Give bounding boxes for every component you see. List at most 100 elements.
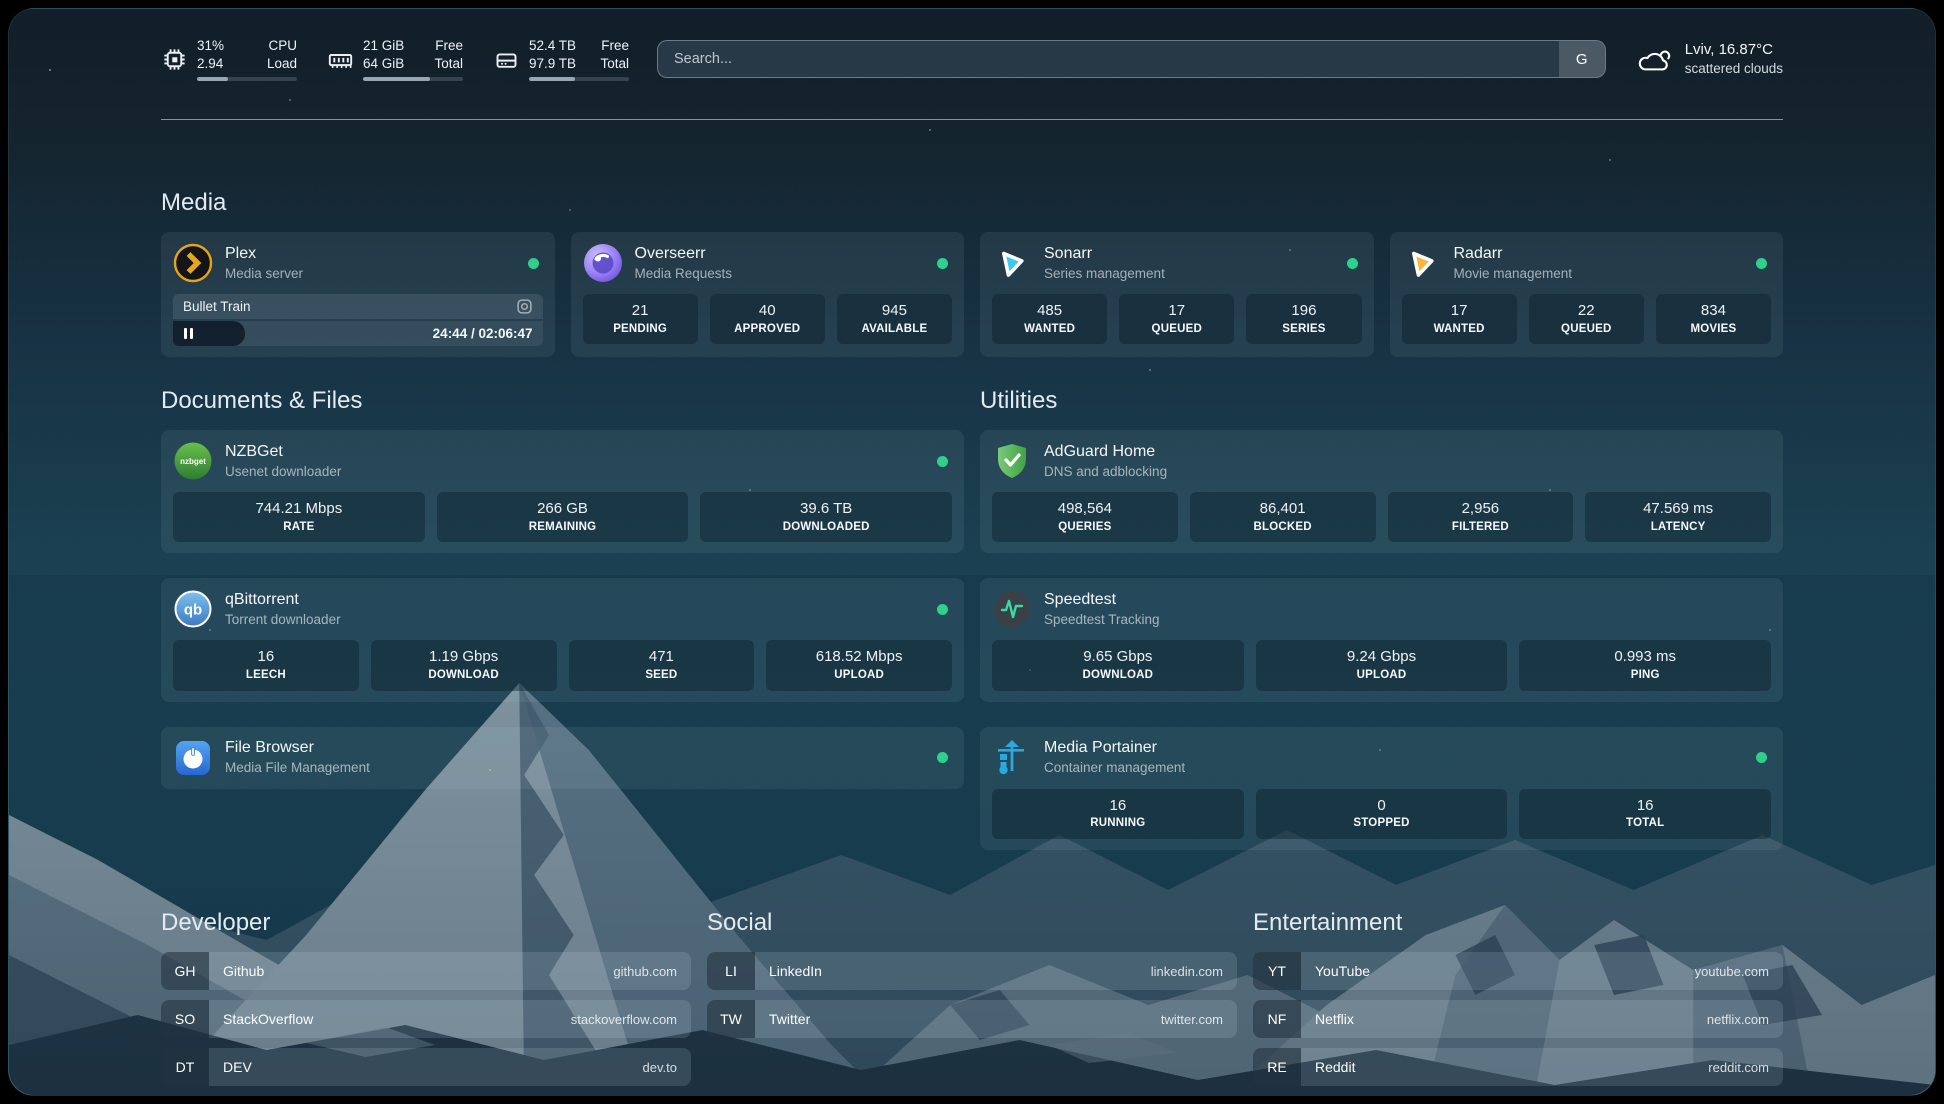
weather-location-temp: Lviv, 16.87°C <box>1685 40 1783 60</box>
stat-queries: 498,564QUERIES <box>992 492 1178 542</box>
utilities-column: Utilities <box>980 384 1783 850</box>
stat-download: 9.65 GbpsDOWNLOAD <box>992 640 1244 690</box>
portainer-icon <box>992 738 1032 778</box>
stat-running: 16RUNNING <box>992 789 1244 839</box>
stat-queued: 17QUEUED <box>1119 294 1234 344</box>
bookmark-url: linkedin.com <box>1151 952 1237 990</box>
service-subtitle: Usenet downloader <box>225 464 341 481</box>
bookmark-url: youtube.com <box>1695 952 1783 990</box>
service-title: NZBGet <box>225 442 341 462</box>
bookmark-abbr: TW <box>707 1000 755 1038</box>
service-card-speedtest[interactable]: Speedtest Speedtest Tracking 9.65 GbpsDO… <box>980 578 1783 701</box>
speedtest-icon <box>992 589 1032 629</box>
service-subtitle: Media Requests <box>635 266 733 283</box>
service-title: AdGuard Home <box>1044 442 1167 462</box>
stat-ping: 0.993 msPING <box>1519 640 1771 690</box>
disk-free-value: 52.4 TB <box>529 37 576 55</box>
stat-wanted: 17WANTED <box>1402 294 1517 344</box>
bookmark-youtube[interactable]: YT YouTube youtube.com <box>1253 952 1783 990</box>
plex-now-playing: Bullet Train 24:44 / 02:06:47 <box>173 294 543 346</box>
session-view-icon[interactable] <box>516 298 533 315</box>
bookmark-group-entertainment: Entertainment YT YouTube youtube.com NF … <box>1253 906 1783 1086</box>
svg-text:nzbget: nzbget <box>180 457 206 466</box>
stat-upload: 618.52 MbpsUPLOAD <box>766 640 952 690</box>
section-heading-entertainment: Entertainment <box>1253 906 1783 940</box>
search-provider-button[interactable]: G <box>1559 41 1605 77</box>
bookmark-name: Netflix <box>1301 1000 1707 1038</box>
stat-filtered: 2,956FILTERED <box>1388 492 1574 542</box>
service-subtitle: Series management <box>1044 266 1165 283</box>
header-divider <box>161 119 1783 120</box>
service-card-nzbget[interactable]: nzbget NZBGet Usenet downloader 74 <box>161 430 964 553</box>
status-dot <box>937 604 948 615</box>
disk-free-label: Free <box>601 37 629 55</box>
stat-leech: 16LEECH <box>173 640 359 690</box>
bookmark-netflix[interactable]: NF Netflix netflix.com <box>1253 1000 1783 1038</box>
service-title: File Browser <box>225 738 370 758</box>
service-card-overseerr[interactable]: Overseerr Media Requests 21PENDING 40APP… <box>571 232 965 357</box>
bookmark-name: Github <box>209 952 613 990</box>
bookmark-name: LinkedIn <box>755 952 1151 990</box>
section-heading-developer: Developer <box>161 906 691 940</box>
bookmark-linkedin[interactable]: LI LinkedIn linkedin.com <box>707 952 1237 990</box>
service-subtitle: Media File Management <box>225 760 370 777</box>
stat-latency: 47.569 msLATENCY <box>1585 492 1771 542</box>
bookmark-abbr: LI <box>707 952 755 990</box>
service-card-qbittorrent[interactable]: qb qBittorrent Torrent downloader <box>161 578 964 701</box>
section-heading-social: Social <box>707 906 1237 940</box>
playback-progress-bar: 24:44 / 02:06:47 <box>173 321 543 346</box>
cpu-progress-bar <box>197 77 297 81</box>
bookmark-url: dev.to <box>643 1048 691 1086</box>
disk-widget: 52.4 TB 97.9 TB Free Total <box>493 37 629 81</box>
bookmark-github[interactable]: GH Github github.com <box>161 952 691 990</box>
section-heading-utilities: Utilities <box>980 384 1783 418</box>
service-card-filebrowser[interactable]: File Browser Media File Management <box>161 727 964 789</box>
memory-free-value: 21 GiB <box>363 37 404 55</box>
weather-condition: scattered clouds <box>1685 60 1783 78</box>
service-card-sonarr[interactable]: Sonarr Series management 485WANTED 17QUE… <box>980 232 1374 357</box>
bookmark-name: StackOverflow <box>209 1000 571 1038</box>
radarr-icon <box>1402 243 1442 283</box>
bookmark-twitter[interactable]: TW Twitter twitter.com <box>707 1000 1237 1038</box>
memory-progress-bar <box>363 77 463 81</box>
status-dot <box>937 258 948 269</box>
stat-total: 16TOTAL <box>1519 789 1771 839</box>
weather-widget: Lviv, 16.87°C scattered clouds <box>1634 40 1783 78</box>
bookmark-reddit[interactable]: RE Reddit reddit.com <box>1253 1048 1783 1086</box>
nzbget-icon: nzbget <box>173 441 213 481</box>
stat-blocked: 86,401BLOCKED <box>1190 492 1376 542</box>
stat-seed: 471SEED <box>569 640 755 690</box>
adguard-icon <box>992 441 1032 481</box>
bookmark-url: netflix.com <box>1707 1000 1783 1038</box>
bookmark-url: twitter.com <box>1161 1000 1237 1038</box>
bookmark-abbr: SO <box>161 1000 209 1038</box>
stat-downloaded: 39.6 TBDOWNLOADED <box>700 492 952 542</box>
search-input[interactable] <box>658 41 1559 77</box>
cpu-load-value: 2.94 <box>197 55 224 73</box>
bookmark-dev[interactable]: DT DEV dev.to <box>161 1048 691 1086</box>
documents-column: Documents & Files nzbget <box>161 384 964 850</box>
pause-button[interactable] <box>173 321 245 346</box>
memory-total-value: 64 GiB <box>363 55 404 73</box>
disk-progress-bar <box>529 77 629 81</box>
bookmark-stackoverflow[interactable]: SO StackOverflow stackoverflow.com <box>161 1000 691 1038</box>
stat-approved: 40APPROVED <box>710 294 825 344</box>
disk-total-label: Total <box>600 55 629 73</box>
qbittorrent-icon: qb <box>173 589 213 629</box>
service-card-adguard[interactable]: AdGuard Home DNS and adblocking 498,564Q… <box>980 430 1783 553</box>
bookmark-abbr: DT <box>161 1048 209 1086</box>
service-card-radarr[interactable]: Radarr Movie management 17WANTED 22QUEUE… <box>1390 232 1784 357</box>
stat-remaining: 266 GBREMAINING <box>437 492 689 542</box>
bookmark-abbr: NF <box>1253 1000 1301 1038</box>
stat-stopped: 0STOPPED <box>1256 789 1508 839</box>
status-dot <box>1756 258 1767 269</box>
bookmark-name: Twitter <box>755 1000 1161 1038</box>
service-title: qBittorrent <box>225 590 341 610</box>
service-card-portainer[interactable]: Media Portainer Container management 16R… <box>980 727 1783 850</box>
cpu-icon <box>161 46 188 73</box>
stat-rate: 744.21 MbpsRATE <box>173 492 425 542</box>
service-subtitle: Speedtest Tracking <box>1044 612 1160 629</box>
service-card-plex[interactable]: Plex Media server Bullet Train <box>161 232 555 357</box>
bookmark-name: YouTube <box>1301 952 1695 990</box>
plex-icon <box>173 243 213 283</box>
